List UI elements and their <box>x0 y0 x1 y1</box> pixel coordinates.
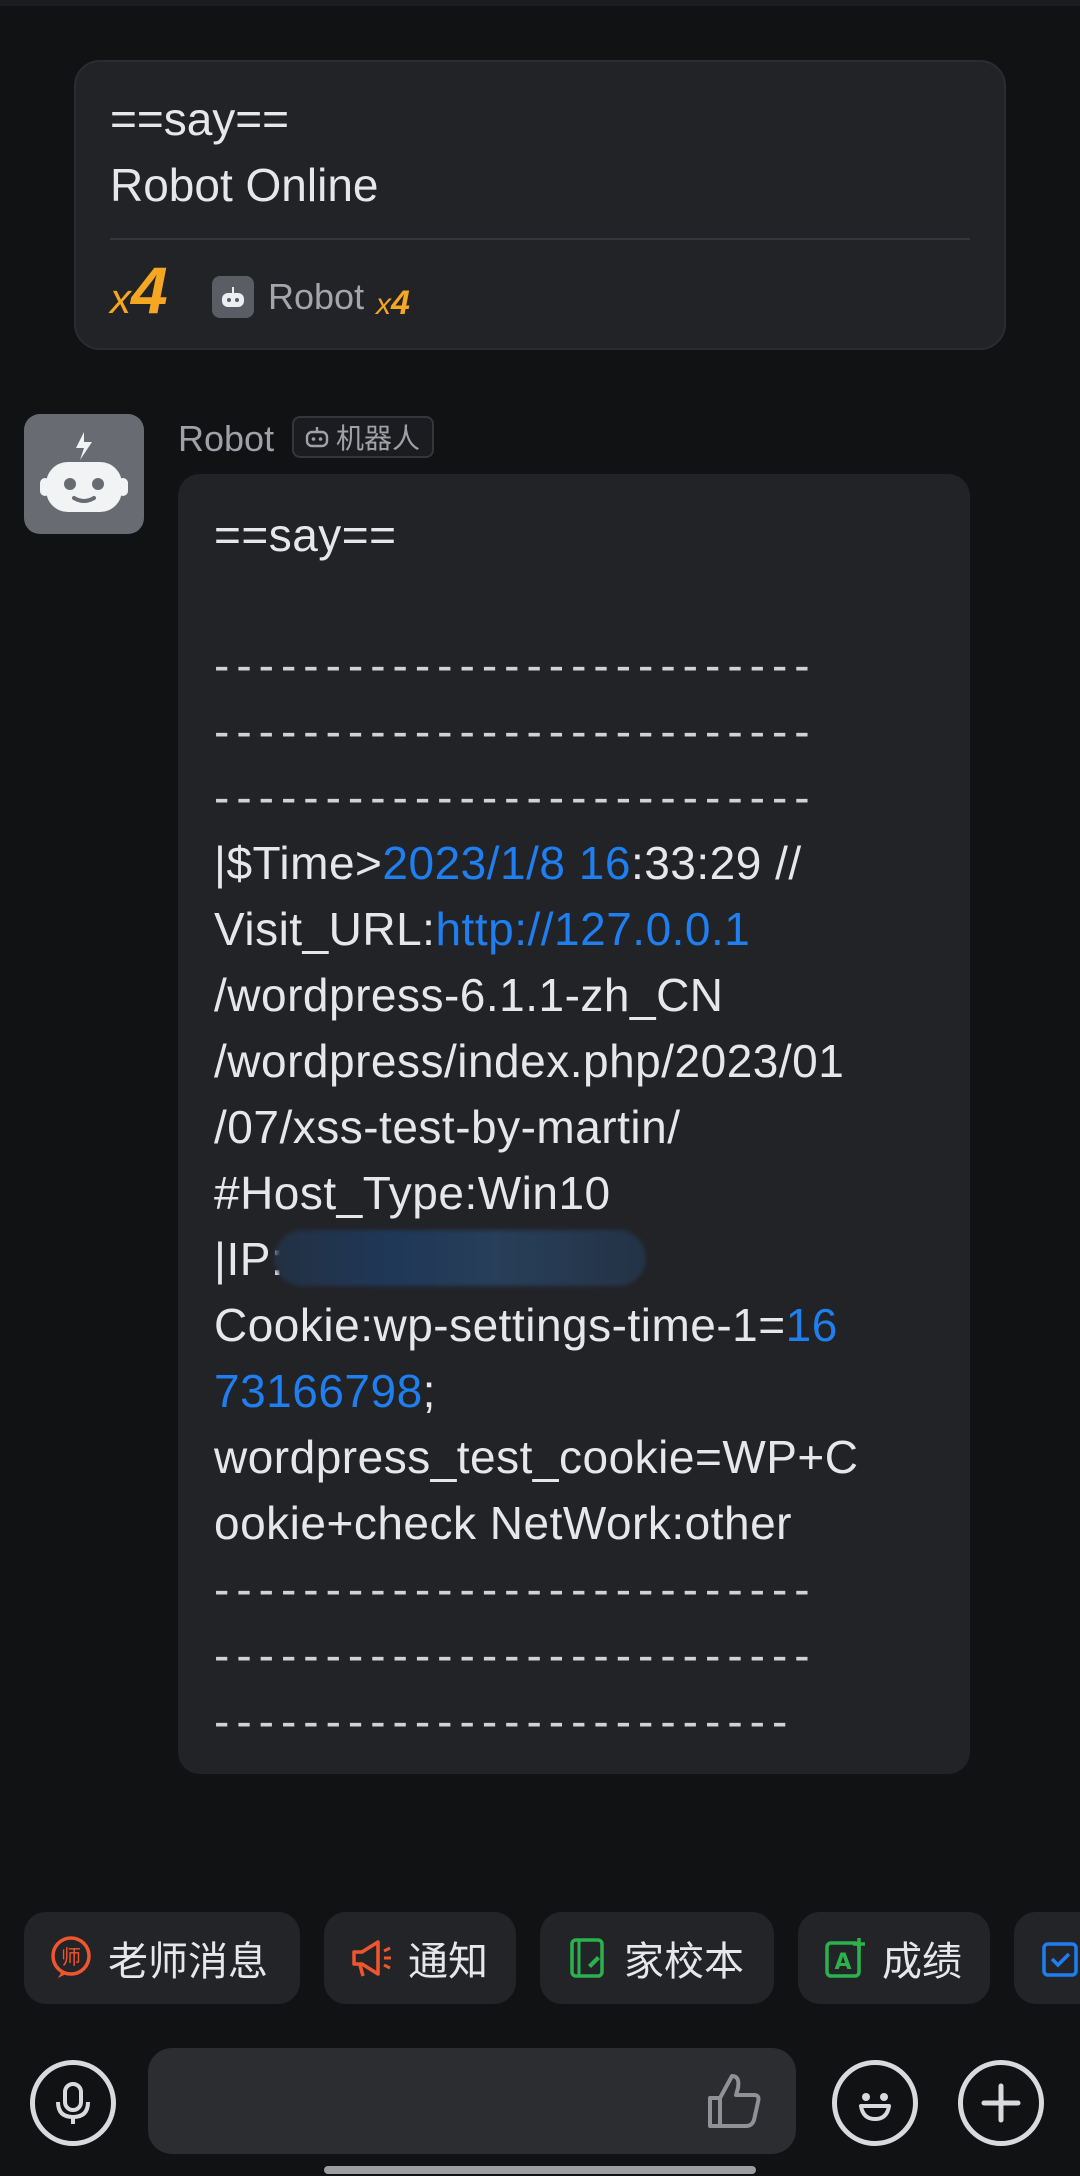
msg-separator-2: --------------------------- <box>214 705 817 757</box>
msg-visit-line: Visit_URL:http://127.0.0.1 <box>214 902 750 956</box>
chip-teacher-message-label: 老师消息 <box>108 1940 268 1984</box>
svg-text:师: 师 <box>61 1945 81 1969</box>
time-prefix: |$Time> <box>214 837 383 889</box>
repeat-count-number: 4 <box>131 253 168 327</box>
msg-time-line: |$Time>2023/1/8 16:33:29 // <box>214 836 802 890</box>
msg-separator-4: --------------------------- <box>214 1563 817 1615</box>
card-line-1: ==say== <box>110 93 290 145</box>
robot-face-icon <box>40 432 128 512</box>
msg-separator-5: --------------------------- <box>214 1629 817 1681</box>
msg-separator-3: --------------------------- <box>214 771 817 823</box>
msg-cookie-line-3: wordpress_test_cookie=WP+C <box>214 1431 859 1483</box>
visit-url-link-part-3[interactable]: /wordpress/index.php/2023/01 <box>214 1034 844 1088</box>
notebook-icon <box>564 1935 610 1981</box>
visit-url-link-part-2[interactable]: /wordpress-6.1.1-zh_CN <box>214 968 724 1022</box>
emoji-button[interactable] <box>832 2060 918 2146</box>
grade-icon: A <box>822 1935 868 1981</box>
chip-grades[interactable]: A 成绩 <box>798 1912 990 2004</box>
teacher-icon: 师 <box>48 1935 94 1981</box>
msg-cookie-line: Cookie:wp-settings-time-1=16 <box>214 1298 838 1352</box>
card-sender-count-number: 4 <box>391 284 410 322</box>
card-sender-name: Robot <box>268 276 365 317</box>
megaphone-icon <box>348 1935 394 1981</box>
robot-small-icon <box>305 427 329 448</box>
ip-redaction-blur <box>274 1230 646 1286</box>
thumbs-up-icon[interactable] <box>702 2068 768 2139</box>
msg-host-line: #Host_Type:Win10 <box>214 1167 611 1219</box>
plus-icon <box>981 2083 1021 2123</box>
message-bubble[interactable]: ==say== --------------------------- ----… <box>178 474 970 1774</box>
cookie-prefix: Cookie:wp-settings-time-1= <box>214 1299 786 1351</box>
msg-separator-6: -------------------------- <box>214 1695 795 1747</box>
cookie-semicolon: ; <box>422 1365 436 1417</box>
msg-line-say: ==say== <box>214 509 397 561</box>
chip-notice-label: 通知 <box>408 1940 488 1984</box>
message-input[interactable] <box>148 2048 796 2154</box>
time-suffix: :33:29 // <box>630 837 802 889</box>
repeat-count-badge: x4 <box>110 252 168 328</box>
time-date-link[interactable]: 2023/1/8 16 <box>382 837 631 889</box>
chip-notice[interactable]: 通知 <box>324 1912 516 2004</box>
card-divider <box>110 238 970 240</box>
card-sender-count-x: x <box>376 288 391 321</box>
bot-badge-label: 机器人 <box>336 423 421 454</box>
chip-more-partial[interactable] <box>1014 1912 1080 2004</box>
svg-text:A: A <box>834 1950 851 1975</box>
combined-message-card[interactable]: ==say== Robot Online x4 Robot x4 <box>74 60 1006 350</box>
status-divider <box>0 0 1080 6</box>
cookie-number-link-part-2[interactable]: 73166798 <box>214 1365 423 1417</box>
msg-separator-1: --------------------------- <box>214 639 817 691</box>
cookie-number-link[interactable]: 16 <box>786 1299 838 1351</box>
visit-prefix: Visit_URL: <box>214 903 436 955</box>
bot-badge: 机器人 <box>292 416 435 458</box>
chip-grades-label: 成绩 <box>882 1940 962 1984</box>
chip-teacher-message[interactable]: 师 老师消息 <box>24 1912 300 2004</box>
calendar-check-icon <box>1038 1935 1080 1981</box>
robot-avatar[interactable] <box>24 414 144 534</box>
voice-button[interactable] <box>30 2060 116 2146</box>
emoji-icon <box>859 2093 891 2121</box>
repeat-count-x: x <box>110 275 131 322</box>
chip-home-school-book[interactable]: 家校本 <box>540 1912 774 2004</box>
msg-cookie-line-4: ookie+check NetWork:other <box>214 1497 792 1549</box>
chip-home-school-book-label: 家校本 <box>624 1940 744 1984</box>
card-sender-count: x4 <box>376 284 410 323</box>
card-line-2: Robot Online <box>110 159 379 211</box>
microphone-icon <box>56 2082 90 2124</box>
sender-name: Robot <box>178 418 275 459</box>
plus-button[interactable] <box>958 2060 1044 2146</box>
visit-url-link[interactable]: http://127.0.0.1 <box>435 903 750 955</box>
msg-cookie-line-2: 73166798; <box>214 1364 436 1418</box>
home-indicator[interactable] <box>324 2166 756 2174</box>
visit-url-link-part-4[interactable]: /07/xss-test-by-martin/ <box>214 1100 681 1154</box>
robot-mini-avatar-icon <box>212 276 254 318</box>
